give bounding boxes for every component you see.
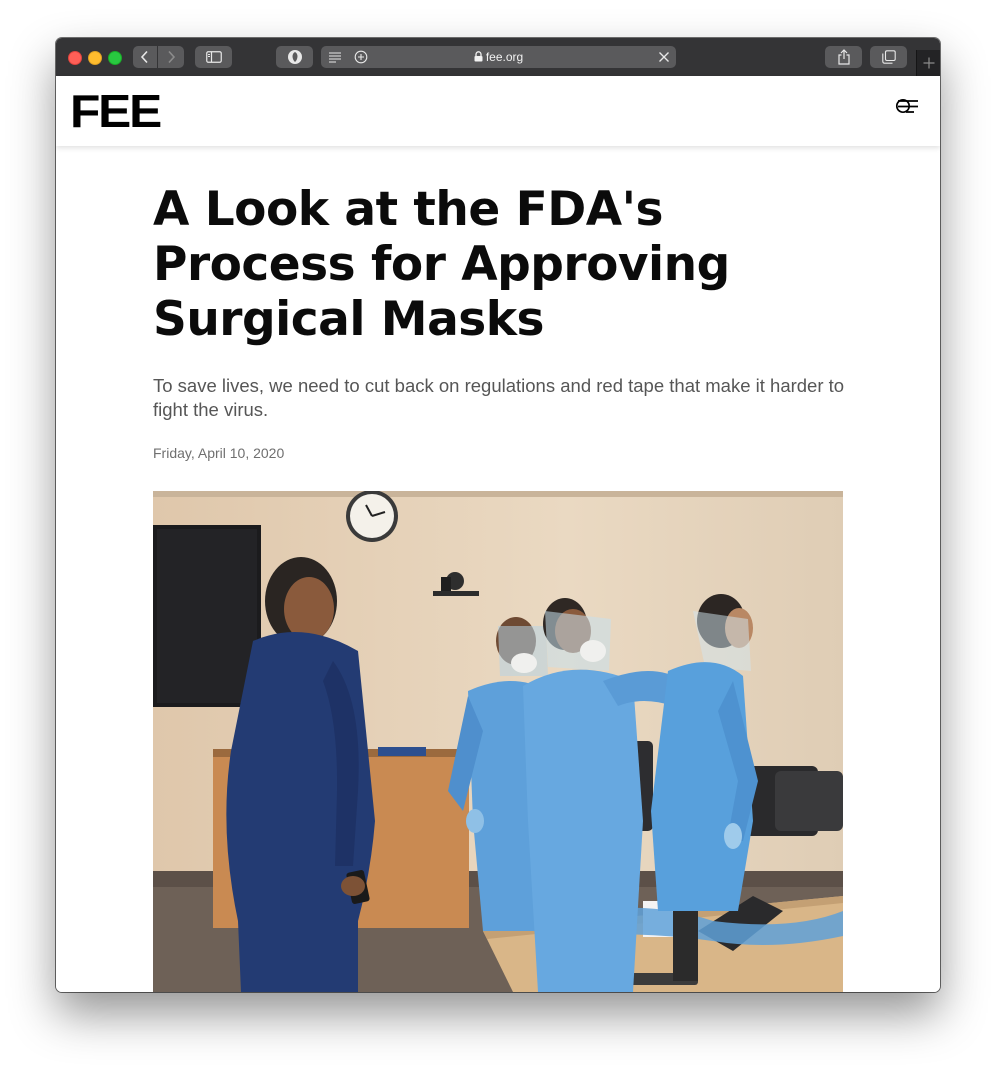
address-bar[interactable]: fee.org	[321, 46, 676, 68]
show-tabs-button[interactable]	[870, 46, 907, 68]
new-tab-button[interactable]	[916, 50, 940, 76]
menu-icon[interactable]	[894, 98, 920, 120]
forward-button[interactable]	[158, 46, 184, 68]
url-text: fee.org	[485, 50, 524, 64]
article-subtitle: To save lives, we need to cut back on re…	[153, 375, 845, 420]
chevron-left-icon	[140, 50, 148, 64]
browser-toolbar: fee.org	[56, 38, 940, 77]
back-button[interactable]	[133, 46, 157, 68]
minimize-window-button[interactable]	[88, 51, 102, 65]
share-button[interactable]	[825, 46, 862, 68]
privacy-shield-icon	[287, 50, 302, 64]
browser-window: fee.org FEE A Look at the FDA's Process …	[56, 38, 940, 992]
plus-icon	[923, 57, 935, 69]
lock-icon	[474, 51, 483, 62]
close-icon[interactable]	[658, 51, 670, 63]
share-icon	[837, 49, 850, 65]
privacy-extension-button[interactable]	[276, 46, 313, 68]
sidebar-icon	[205, 51, 222, 63]
url-display[interactable]: fee.org	[321, 46, 676, 68]
article-hero-image	[153, 491, 843, 992]
article-content: A Look at the FDA's Process for Approvin…	[56, 146, 940, 992]
zoom-window-button[interactable]	[108, 51, 122, 65]
tabs-icon	[881, 50, 896, 64]
article-date: Friday, April 10, 2020	[153, 445, 285, 461]
sidebar-button[interactable]	[195, 46, 232, 68]
site-logo[interactable]: FEE	[70, 84, 162, 138]
site-header: FEE	[56, 76, 940, 146]
hero-photo-illustration	[153, 491, 843, 992]
article-title: A Look at the FDA's Process for Approvin…	[153, 182, 730, 347]
chevron-right-icon	[168, 50, 176, 64]
close-window-button[interactable]	[68, 51, 82, 65]
